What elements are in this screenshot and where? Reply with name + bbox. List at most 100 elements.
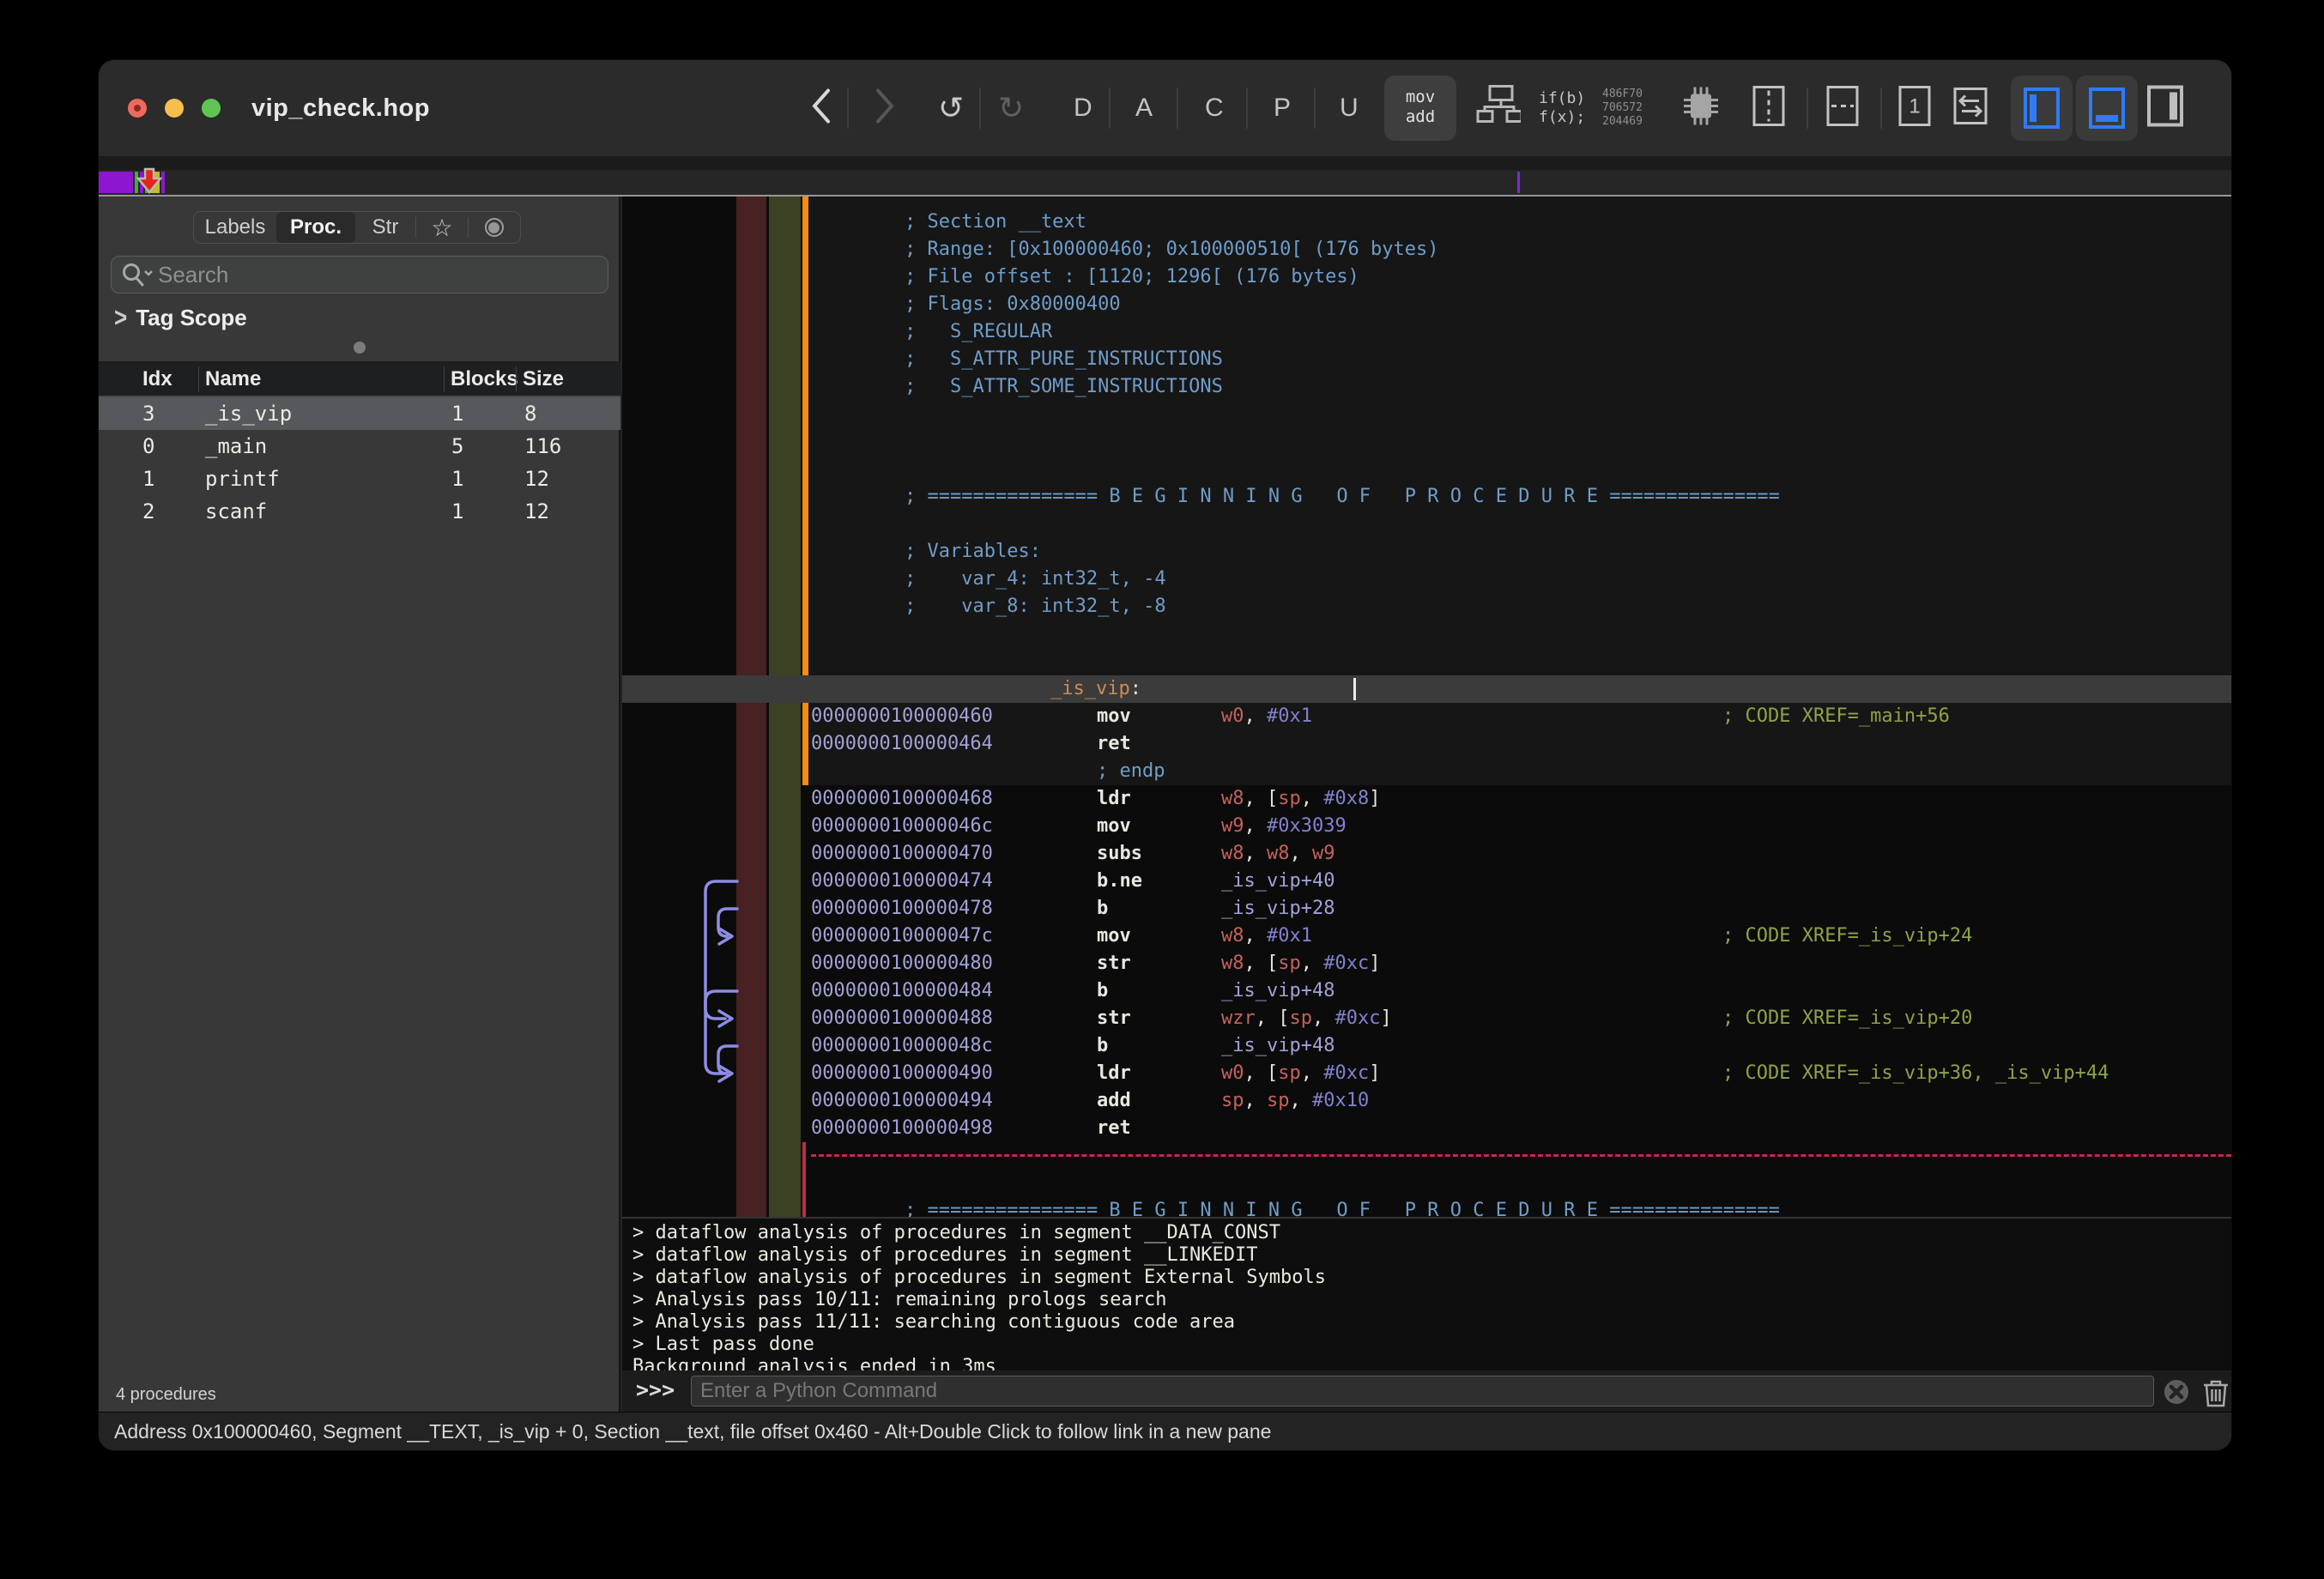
- procedure-type-button[interactable]: P: [1274, 94, 1291, 123]
- toggle-left-panel-button[interactable]: [2011, 76, 2073, 141]
- swap-panes-icon[interactable]: [1952, 84, 1988, 133]
- disasm-line[interactable]: ; var_4: int32_t, -4: [622, 566, 2231, 593]
- column-header-idx[interactable]: Idx: [142, 367, 172, 391]
- disasm-line-selected[interactable]: _is_vip:: [622, 675, 2231, 703]
- column-header-blocks[interactable]: Blocks: [451, 367, 518, 391]
- column-divider[interactable]: [198, 366, 199, 392]
- zoom-button[interactable]: [202, 99, 221, 118]
- segment-map[interactable]: [99, 170, 2231, 195]
- panel-resize-handle[interactable]: [354, 342, 366, 354]
- disasm-line[interactable]: ; var_8: int32_t, -8: [622, 593, 2231, 620]
- disasm-line[interactable]: 0000000100000490ldrw0, [sp, #0xc]; CODE …: [622, 1060, 2231, 1087]
- procedure-row[interactable]: 2scanf112: [99, 495, 620, 528]
- data-type-button[interactable]: D: [1074, 94, 1092, 123]
- disasm-line[interactable]: 0000000100000478b_is_vip+28: [622, 895, 2231, 923]
- code-type-button[interactable]: C: [1205, 94, 1224, 123]
- redo-button[interactable]: ↻: [998, 90, 1024, 126]
- table-header[interactable]: Idx Name Blocks Size: [99, 361, 620, 397]
- window-title: vip_check.hop: [251, 60, 430, 156]
- tab-labels[interactable]: Labels: [194, 212, 276, 243]
- disasm-line[interactable]: 0000000100000468ldrw8, [sp, #0x8]: [622, 785, 2231, 813]
- disasm-line[interactable]: ; Flags: 0x80000400: [622, 291, 2231, 318]
- tab-procedures[interactable]: Proc.: [276, 212, 355, 243]
- tab-bookmarks-star-icon[interactable]: ☆: [416, 212, 468, 243]
- disassembly-lines: ; Section __text; Range: [0x100000460; 0…: [622, 209, 2231, 1217]
- tag-scope-disclosure[interactable]: > Tag Scope: [114, 303, 247, 332]
- split-vertical-icon[interactable]: [1752, 85, 1786, 132]
- toggle-right-panel-button[interactable]: [2146, 84, 2184, 133]
- disasm-line[interactable]: ; Section __text: [622, 209, 2231, 236]
- disasm-line[interactable]: 0000000100000488strwzr, [sp, #0xc]; CODE…: [622, 1005, 2231, 1032]
- toggle-bottom-panel-button[interactable]: [2076, 76, 2138, 141]
- disasm-line[interactable]: ; Range: [0x100000460; 0x100000510[ (176…: [622, 236, 2231, 263]
- disasm-line[interactable]: ; S_ATTR_SOME_INSTRUCTIONS: [622, 373, 2231, 401]
- single-pane-icon[interactable]: 1: [1897, 85, 1932, 132]
- disasm-line[interactable]: ; endp: [622, 758, 2231, 785]
- procedure-row[interactable]: 3_is_vip18: [99, 397, 620, 430]
- disasm-line[interactable]: [622, 401, 2231, 428]
- column-header-name[interactable]: Name: [205, 367, 261, 391]
- disasm-line[interactable]: ; =============== B E G I N N I N G O F …: [622, 1197, 2231, 1217]
- disasm-line[interactable]: ; =============== B E G I N N I N G O F …: [622, 483, 2231, 511]
- minimize-button[interactable]: [165, 99, 184, 118]
- if-b-label: if(b): [1539, 89, 1585, 108]
- control-flow-graph-icon[interactable]: [1476, 85, 1521, 132]
- disasm-line[interactable]: [622, 648, 2231, 675]
- toolbar-separator: [1880, 88, 1882, 129]
- procedure-row[interactable]: 0_main5116: [99, 430, 620, 463]
- tab-strings[interactable]: Str: [355, 212, 415, 243]
- search-input[interactable]: [153, 261, 608, 289]
- trash-icon[interactable]: [2203, 1378, 2229, 1407]
- clear-console-icon[interactable]: [2163, 1378, 2190, 1406]
- search-icon[interactable]: [120, 262, 153, 287]
- undo-button[interactable]: ↺: [938, 90, 964, 126]
- column-divider[interactable]: [444, 366, 445, 392]
- disasm-line[interactable]: ; S_REGULAR: [622, 318, 2231, 346]
- python-prompt: >>>: [636, 1377, 675, 1402]
- close-button[interactable]: [128, 99, 147, 118]
- disasm-line[interactable]: 0000000100000470subsw8, w8, w9: [622, 840, 2231, 868]
- column-header-size[interactable]: Size: [523, 367, 564, 391]
- disasm-line[interactable]: 0000000100000460movw0, #0x1; CODE XREF=_…: [622, 703, 2231, 730]
- disasm-line[interactable]: 0000000100000474b.ne_is_vip+40: [622, 868, 2231, 895]
- disasm-line[interactable]: 0000000100000464ret: [622, 730, 2231, 758]
- hex-mode-button[interactable]: 486F70 706572 204469: [1602, 88, 1643, 129]
- disasm-line[interactable]: [622, 428, 2231, 456]
- toolbar-separator: [1246, 88, 1248, 129]
- log-console[interactable]: > dataflow analysis of procedures in seg…: [622, 1217, 2231, 1370]
- console-line: > dataflow analysis of procedures in seg…: [622, 1267, 2231, 1289]
- mov-label: mov: [1384, 88, 1456, 107]
- undefine-type-button[interactable]: U: [1340, 94, 1359, 123]
- disasm-line[interactable]: 0000000100000498ret: [622, 1115, 2231, 1142]
- cpu-chip-icon[interactable]: [1678, 83, 1724, 134]
- disasm-line[interactable]: 0000000100000494addsp, sp, #0x10: [622, 1087, 2231, 1115]
- disasm-line[interactable]: ; File offset : [1120; 1296[ (176 bytes): [622, 263, 2231, 291]
- ascii-type-button[interactable]: A: [1135, 94, 1153, 123]
- disassembly-pane[interactable]: ; Section __text; Range: [0x100000460; 0…: [622, 197, 2231, 1217]
- python-command-input[interactable]: [691, 1376, 2154, 1407]
- disasm-line[interactable]: [622, 456, 2231, 483]
- disasm-line[interactable]: [622, 511, 2231, 538]
- column-divider[interactable]: [516, 366, 517, 392]
- segment-block-text[interactable]: [99, 172, 133, 193]
- text-cursor: [1353, 678, 1356, 700]
- disasm-line[interactable]: 0000000100000484b_is_vip+48: [622, 977, 2231, 1005]
- navigate-back-button[interactable]: [809, 88, 833, 130]
- pseudo-code-button[interactable]: if(b) f(x);: [1539, 89, 1585, 127]
- toolbar-separator: [1177, 88, 1178, 129]
- disasm-line[interactable]: 000000010000046cmovw9, #0x3039: [622, 813, 2231, 840]
- disasm-line[interactable]: [622, 1170, 2231, 1197]
- assembly-view-button[interactable]: mov add: [1384, 76, 1456, 141]
- navigate-forward-button[interactable]: [873, 88, 897, 130]
- hex-line: 486F70: [1602, 88, 1643, 101]
- disasm-line[interactable]: ; S_ATTR_PURE_INSTRUCTIONS: [622, 346, 2231, 373]
- split-horizontal-icon[interactable]: [1825, 85, 1860, 132]
- disasm-line[interactable]: 000000010000048cb_is_vip+48: [622, 1032, 2231, 1060]
- disasm-line[interactable]: [622, 620, 2231, 648]
- procedure-row[interactable]: 1printf112: [99, 463, 620, 495]
- cell-size: 8: [524, 402, 536, 426]
- tab-colors-circle-icon[interactable]: [469, 212, 519, 243]
- disasm-line[interactable]: 000000010000047cmovw8, #0x1; CODE XREF=_…: [622, 923, 2231, 950]
- disasm-line[interactable]: ; Variables:: [622, 538, 2231, 566]
- disasm-line[interactable]: 0000000100000480strw8, [sp, #0xc]: [622, 950, 2231, 977]
